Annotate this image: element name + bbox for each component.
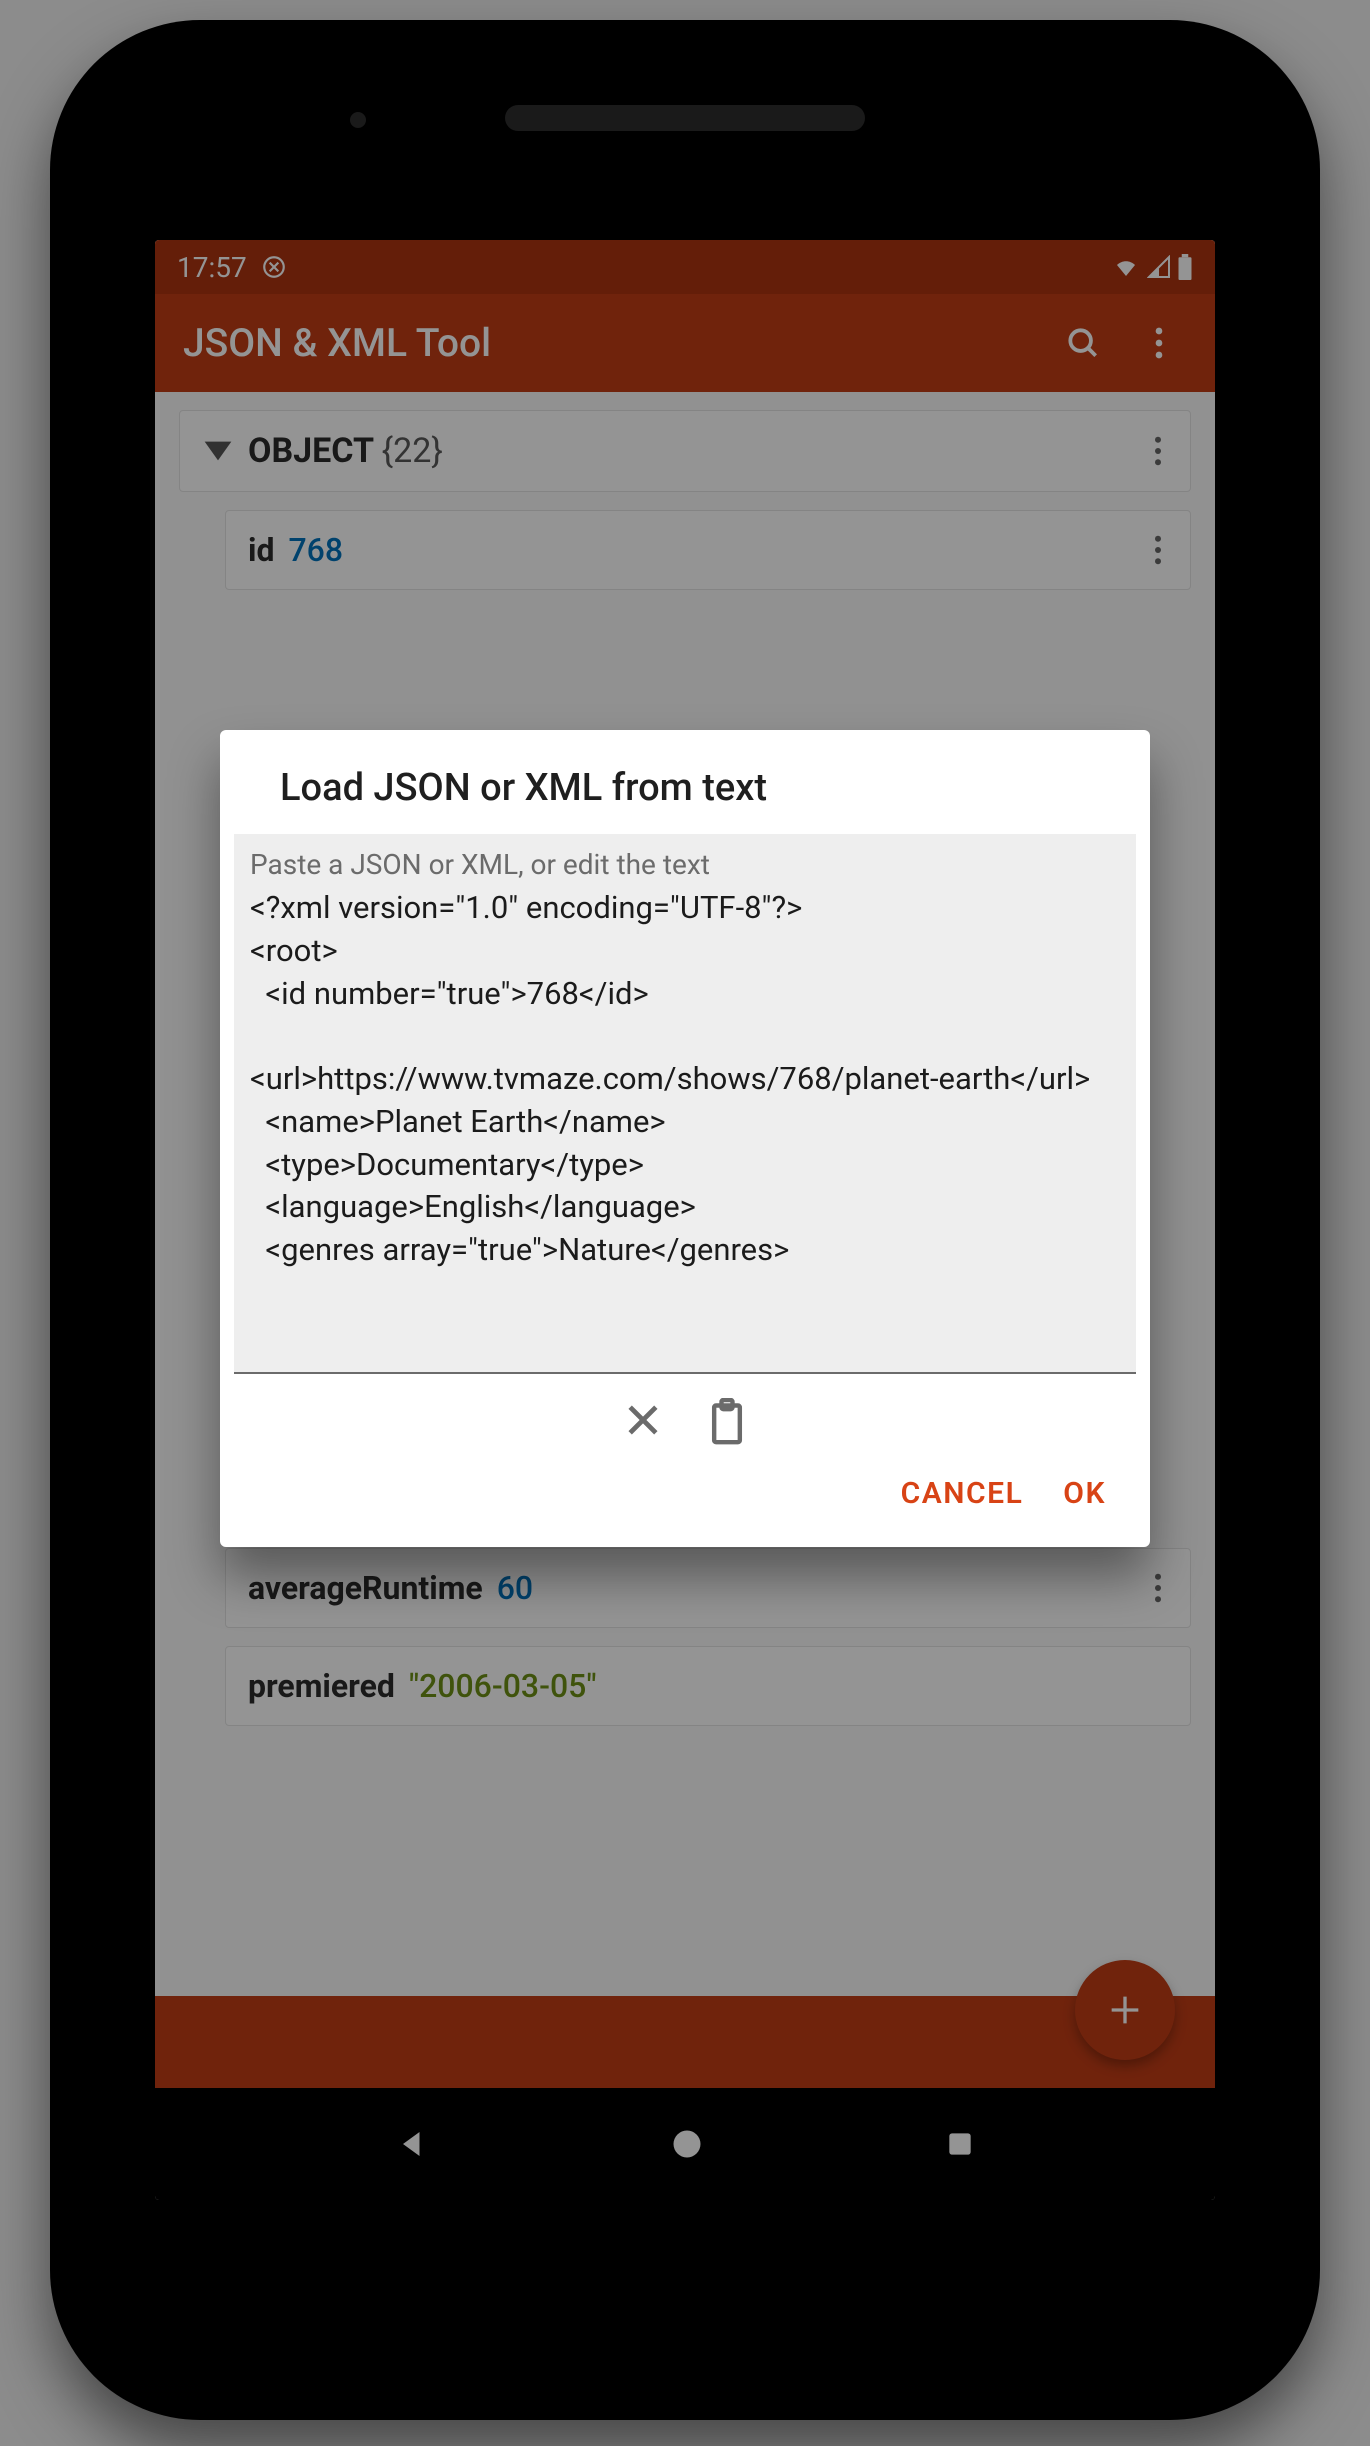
paste-button[interactable]: [705, 1398, 749, 1446]
load-text-dialog: Load JSON or XML from text Paste a JSON …: [220, 730, 1150, 1547]
screen: 17:57 JSON & XML Tool: [155, 240, 1215, 2200]
dialog-actions: CANCEL OK: [220, 1456, 1150, 1547]
textarea-placeholder-label: Paste a JSON or XML, or edit the text: [250, 848, 1120, 881]
dialog-textarea[interactable]: Paste a JSON or XML, or edit the text <?…: [234, 834, 1136, 1374]
phone-frame: 17:57 JSON & XML Tool: [50, 20, 1320, 2420]
ok-button[interactable]: OK: [1063, 1476, 1106, 1511]
close-icon: [621, 1398, 665, 1442]
textarea-content[interactable]: <?xml version="1.0" encoding="UTF-8"?> <…: [250, 887, 1120, 1272]
dialog-title: Load JSON or XML from text: [220, 730, 1150, 834]
cancel-button[interactable]: CANCEL: [901, 1476, 1024, 1511]
clear-button[interactable]: [621, 1398, 665, 1446]
dialog-icon-row: [220, 1374, 1150, 1456]
clipboard-icon: [705, 1398, 749, 1446]
